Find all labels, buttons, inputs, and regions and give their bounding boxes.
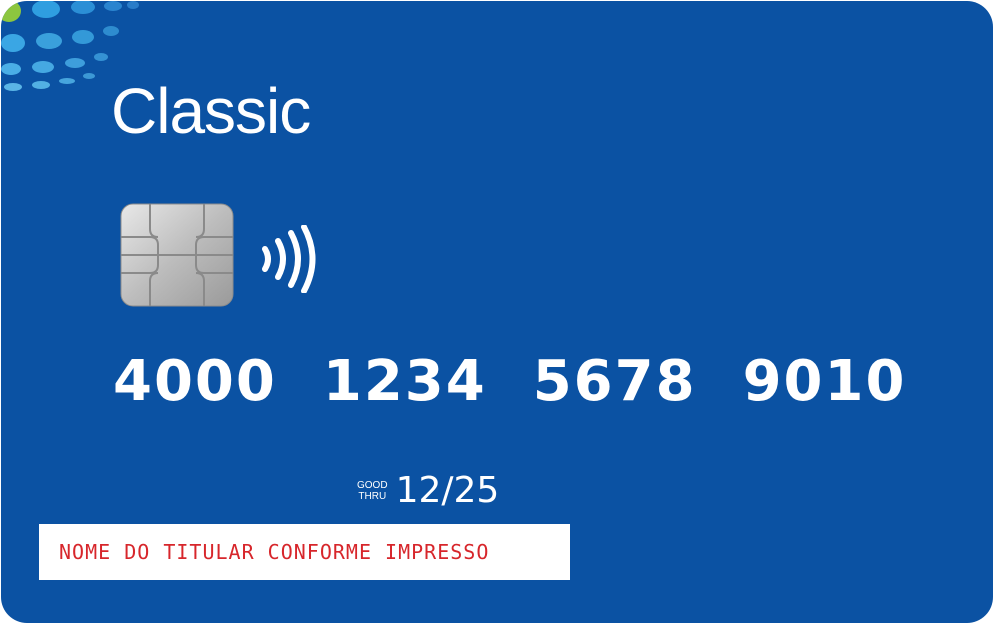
- product-name: Classic: [111, 75, 311, 147]
- expiry-date: 12/25: [395, 470, 500, 511]
- card-number-group-2: 1234: [322, 349, 487, 414]
- emv-chip-icon: [120, 203, 234, 307]
- cardholder-name: NOME DO TITULAR CONFORME IMPRESSO: [59, 540, 490, 564]
- card-number-group-3: 5678: [532, 349, 697, 414]
- card-number: 4000 1234 5678 9010: [113, 347, 933, 417]
- credit-card: Classic 4000 1234 5678 9010 GOOD THRU 12…: [1, 1, 993, 623]
- good-thru-line-1: GOOD: [357, 480, 388, 491]
- cardholder-name-strip: NOME DO TITULAR CONFORME IMPRESSO: [39, 524, 570, 580]
- contactless-icon: [262, 225, 316, 293]
- good-thru-line-2: THRU: [358, 491, 387, 502]
- card-number-group-1: 4000: [113, 349, 277, 414]
- good-thru-label: GOOD THRU: [357, 480, 388, 502]
- card-number-group-4: 9010: [742, 349, 907, 414]
- validity: GOOD THRU 12/25: [357, 471, 499, 511]
